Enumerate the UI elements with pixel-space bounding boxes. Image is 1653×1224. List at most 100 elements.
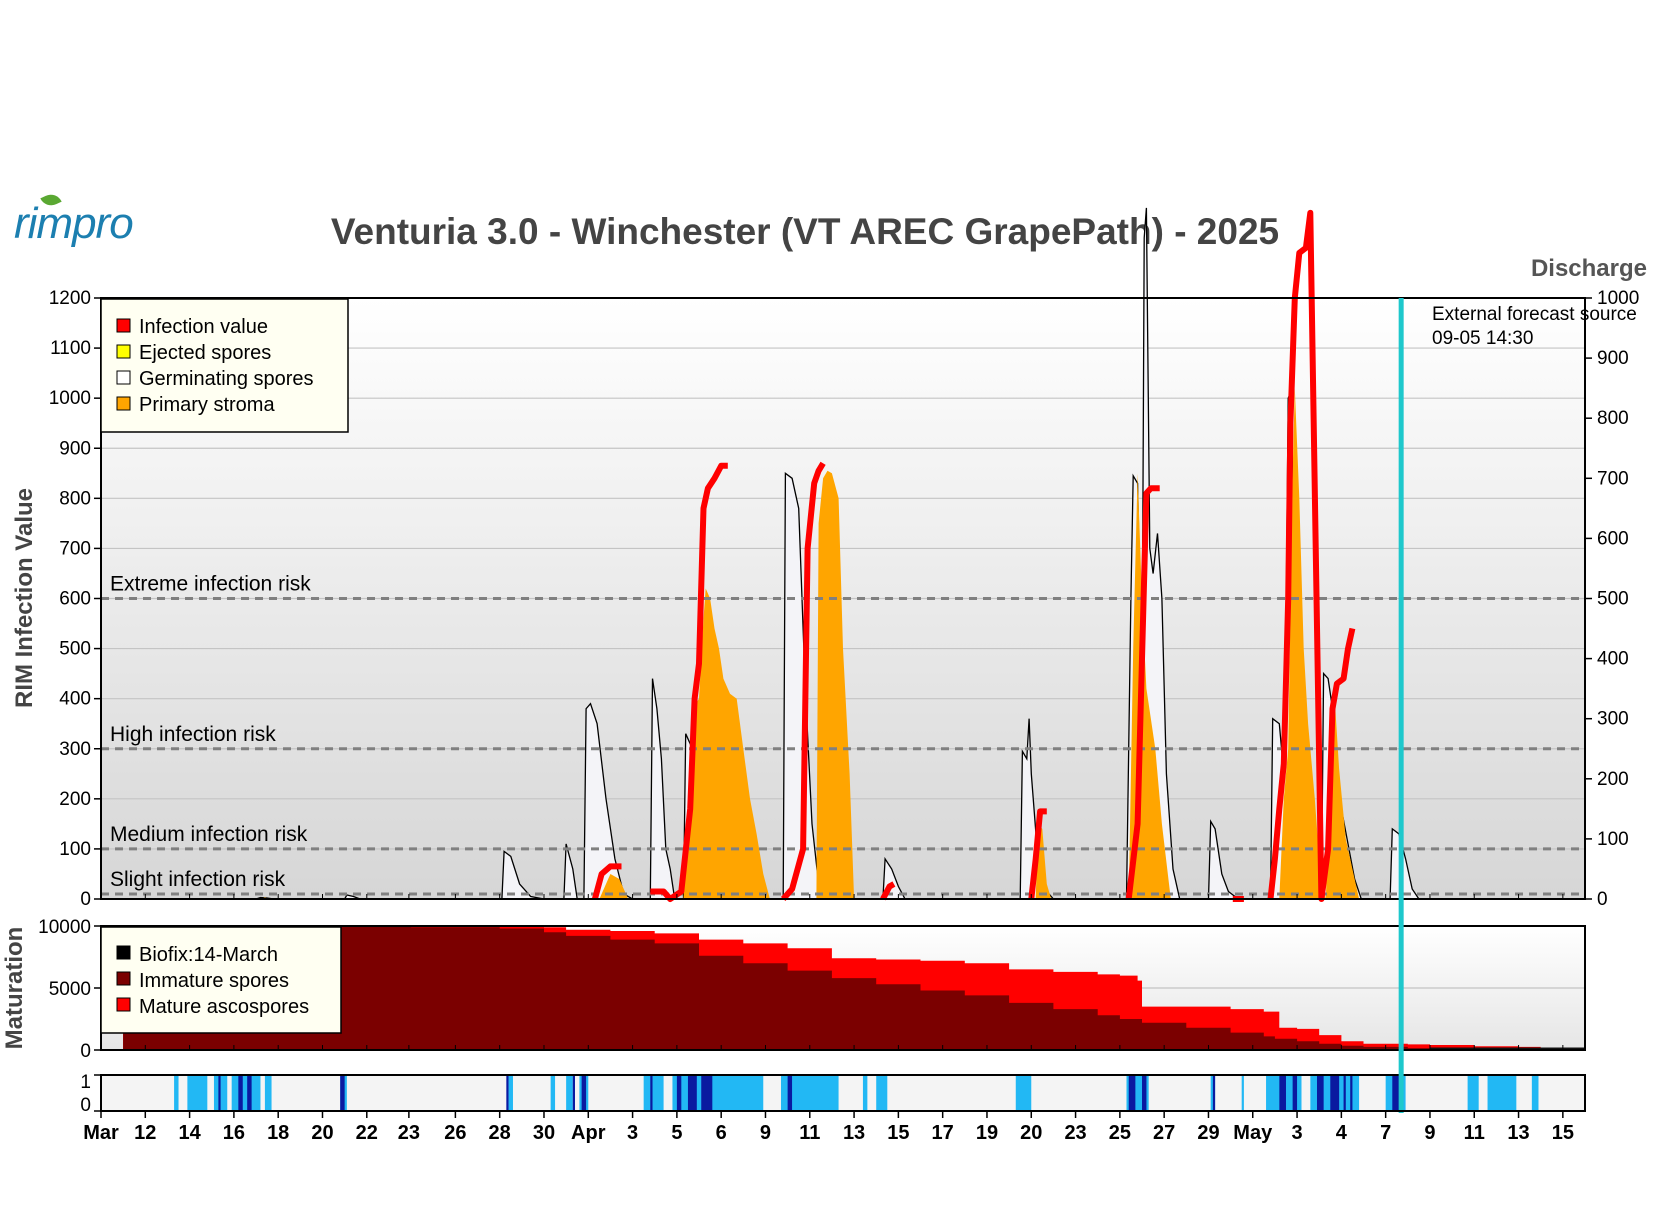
- legend-swatch-biofix: [116, 945, 131, 960]
- y-tick-label: 5000: [49, 979, 91, 1000]
- forecast-note-line-1: External forecast source: [1432, 304, 1637, 325]
- wetness-bar: [264, 1075, 272, 1111]
- chart-canvas: Venturia 3.0 - Winchester (VT AREC Grape…: [1, 207, 1647, 1144]
- y2-tick-label: 800: [1597, 408, 1629, 429]
- x-tick-label: 26: [444, 1122, 466, 1144]
- risk-label: Extreme infection risk: [110, 573, 311, 596]
- wetness-bar: [672, 1075, 764, 1111]
- infection-legend: Infection value Ejected spores Germinati…: [100, 298, 349, 433]
- y-tick-label: 1: [80, 1072, 91, 1093]
- y-tick-label: 10000: [38, 917, 91, 938]
- wetness-bar: [1015, 1075, 1032, 1111]
- x-tick-label: 5: [671, 1122, 682, 1144]
- wetness-bar-dark: [1292, 1075, 1298, 1111]
- x-tick-label: 3: [1291, 1122, 1302, 1144]
- x-tick-label: 9: [1424, 1122, 1435, 1144]
- y2-tick-label: 300: [1597, 709, 1629, 730]
- wetness-bar-dark: [676, 1075, 682, 1111]
- wetness-bar-dark: [787, 1075, 793, 1111]
- x-tick-label: 7: [1380, 1122, 1391, 1144]
- wetness-bar-dark: [1142, 1075, 1147, 1111]
- wetness-bar: [550, 1075, 556, 1111]
- chart-title: Venturia 3.0 - Winchester (VT AREC Grape…: [331, 211, 1279, 252]
- wetness-bar: [1487, 1075, 1517, 1111]
- x-tick-label: 19: [976, 1122, 998, 1144]
- y2-tick-label: 900: [1597, 348, 1629, 369]
- x-tick-label: 16: [223, 1122, 245, 1144]
- wetness-bar: [231, 1075, 261, 1111]
- x-tick-label: 4: [1336, 1122, 1348, 1144]
- wetness-bar-dark: [701, 1075, 713, 1111]
- y-tick-label: 0: [80, 1041, 91, 1062]
- legend-swatch-immature: [116, 971, 131, 986]
- legend-label-germinating: Germinating spores: [139, 368, 314, 390]
- y-tick-label: 500: [59, 639, 91, 660]
- infection-panel: Extreme infection risk High infection ris…: [11, 207, 1639, 910]
- legend-label-biofix: Biofix:14-March: [139, 944, 278, 966]
- y-tick-label: 1100: [50, 338, 91, 359]
- y-tick-label: 800: [59, 488, 91, 509]
- x-tick-label: 17: [932, 1122, 954, 1144]
- y2-tick-label: 600: [1597, 528, 1629, 549]
- wetness-bar: [174, 1075, 179, 1111]
- legend-swatch-germinating: [116, 370, 131, 385]
- y-tick-label: 0: [80, 889, 91, 910]
- x-tick-label: 15: [887, 1122, 909, 1144]
- wetness-bar-dark: [218, 1075, 221, 1111]
- wetness-bar-dark: [340, 1075, 345, 1111]
- risk-label: High infection risk: [110, 723, 276, 746]
- wetness-bar-dark: [581, 1075, 587, 1111]
- forecast-note-line-2: 09-05 14:30: [1432, 328, 1533, 349]
- y-tick-label: 300: [59, 739, 91, 760]
- wetness-bar: [508, 1075, 513, 1111]
- y-tick-label: 200: [59, 789, 91, 810]
- x-tick-label: 18: [267, 1122, 289, 1144]
- wetness-bar: [187, 1075, 208, 1111]
- wetness-bar-dark: [687, 1075, 697, 1111]
- legend-swatch-infection: [116, 318, 131, 333]
- legend-swatch-stroma: [116, 396, 131, 411]
- maturation-y-axis: 0 5000 10000: [38, 917, 101, 1062]
- x-tick-label: Apr: [571, 1122, 606, 1144]
- x-tick-label: May: [1233, 1122, 1273, 1144]
- x-tick-label: 20: [1020, 1122, 1042, 1144]
- right-axis-title: Discharge: [1531, 255, 1647, 282]
- x-tick-label: 3: [627, 1122, 638, 1144]
- wetness-bar-dark: [1316, 1075, 1324, 1111]
- rimpro-logo: rimpro: [14, 190, 134, 248]
- y-tick-label: 0: [80, 1095, 91, 1116]
- wetness-bar: [1241, 1075, 1244, 1111]
- risk-label: Medium infection risk: [110, 823, 308, 846]
- legend-swatch-mature: [116, 997, 131, 1012]
- wetness-bar: [876, 1075, 888, 1111]
- wetness-y-axis: 01: [80, 1072, 101, 1116]
- wetness-bar: [1467, 1075, 1479, 1111]
- legend-label-infection: Infection value: [139, 316, 268, 338]
- y-tick-label: 400: [59, 689, 91, 710]
- y-tick-label: 1200: [49, 288, 91, 309]
- x-tick-label: 28: [489, 1122, 511, 1144]
- x-tick-label: 30: [533, 1122, 555, 1144]
- x-tick-label: 6: [716, 1122, 727, 1144]
- discharge-y-axis: 01002003004005006007008009001000: [1585, 288, 1639, 910]
- y2-tick-label: 0: [1597, 889, 1608, 910]
- x-tick-label: 23: [398, 1122, 420, 1144]
- logo-text: rimpro: [14, 199, 134, 248]
- x-tick-label: 25: [1109, 1122, 1131, 1144]
- wetness-bar-dark: [1279, 1075, 1286, 1111]
- y-tick-label: 700: [59, 538, 91, 559]
- wetness-bar: [1531, 1075, 1539, 1111]
- wetness-bar-dark: [1350, 1075, 1353, 1111]
- x-tick-label: 27: [1153, 1122, 1175, 1144]
- wetness-bar-dark: [650, 1075, 653, 1111]
- x-tick-label: 22: [356, 1122, 378, 1144]
- maturation-y-axis-label: Maturation: [1, 927, 28, 1050]
- x-tick-label: 13: [843, 1122, 865, 1144]
- x-tick-label: 11: [799, 1122, 820, 1144]
- legend-label-ejected: Ejected spores: [139, 342, 271, 364]
- x-tick-label: 15: [1552, 1122, 1574, 1144]
- y2-tick-label: 200: [1597, 769, 1629, 790]
- x-tick-label: 23: [1064, 1122, 1086, 1144]
- maturation-legend: Biofix:14-March Immature spores Mature a…: [100, 926, 342, 1034]
- wetness-bar: [862, 1075, 868, 1111]
